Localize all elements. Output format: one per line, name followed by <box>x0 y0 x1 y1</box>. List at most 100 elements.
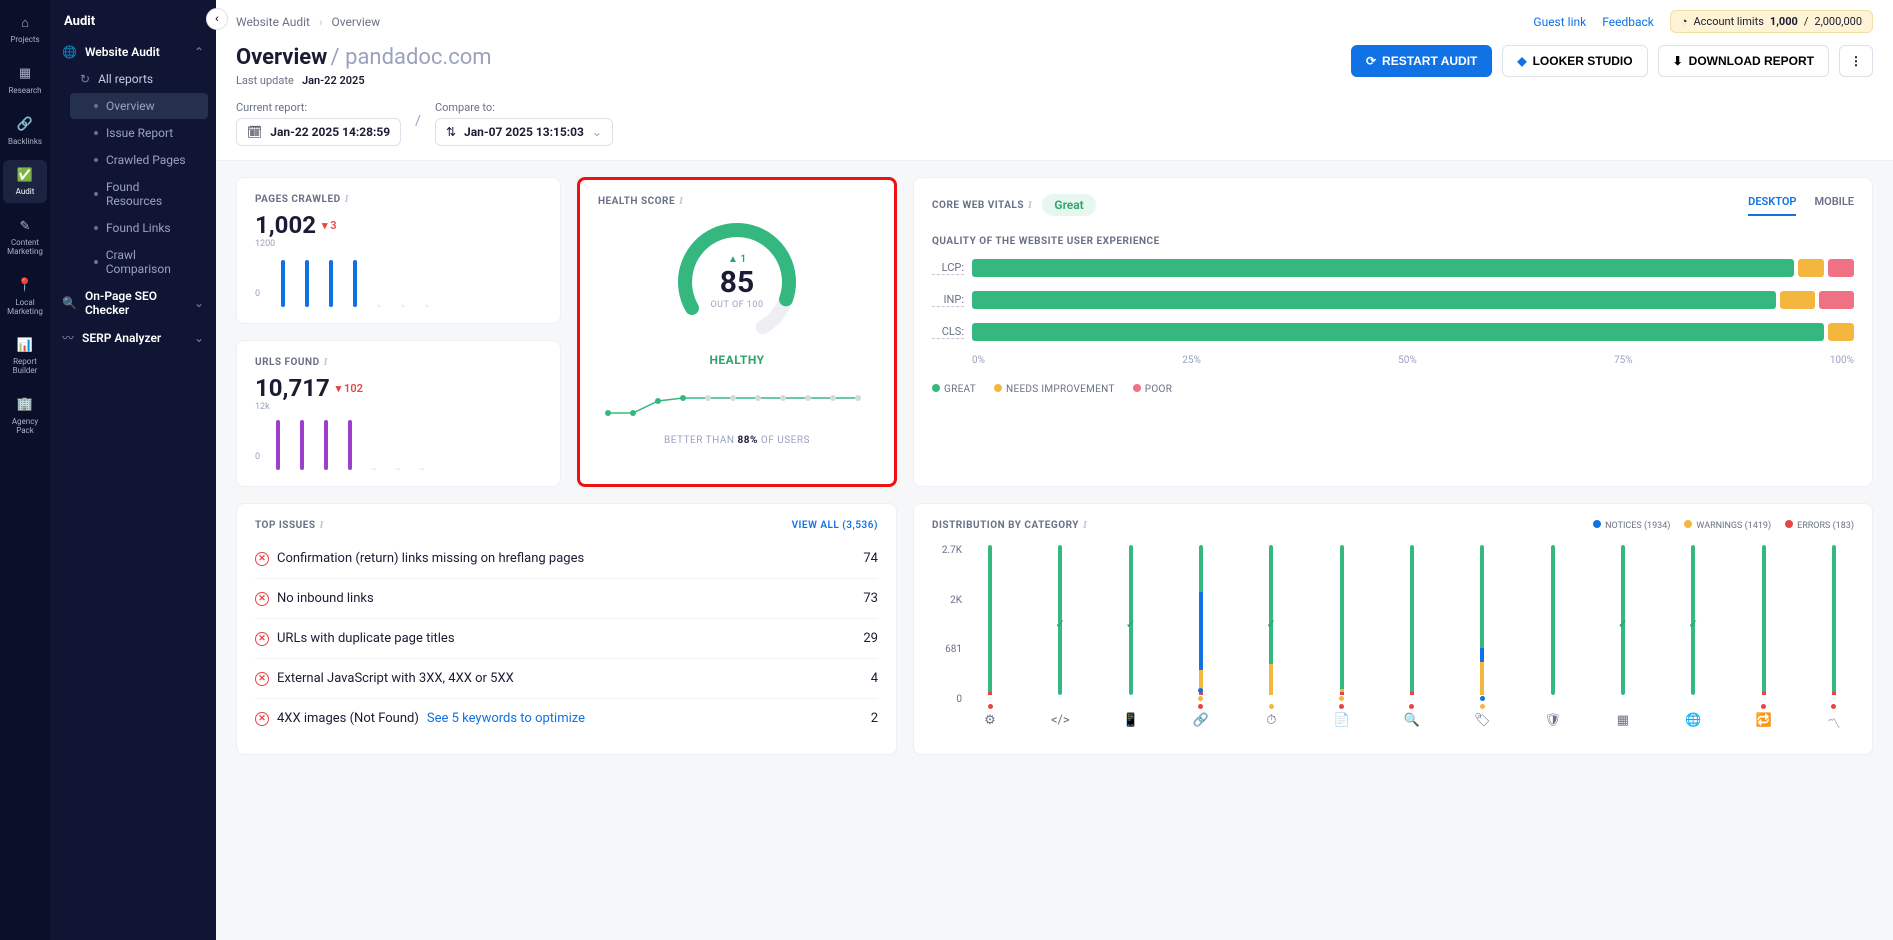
dist-col-cache[interactable]: 🔁 <box>1744 545 1784 705</box>
sidebar: ‹ Audit 🌐Website Audit⌃↻ All reports Ove… <box>50 0 216 940</box>
dist-col-international[interactable]: ✓🌐 <box>1673 545 1713 705</box>
bar <box>401 305 405 307</box>
sidebar-link-found-links[interactable]: Found Links <box>70 215 208 241</box>
main: Website Audit › Overview Guest link Feed… <box>216 0 1893 940</box>
pages-crawled-value: 1,002 <box>255 211 316 239</box>
download-report-button[interactable]: ⬇ DOWNLOAD REPORT <box>1658 45 1829 77</box>
urls-found-card: URLS FOUND i 10,717 ▾ 102 12k0 <box>236 340 561 487</box>
dist-col-security[interactable]: 🛡 <box>1533 545 1573 705</box>
issue-row[interactable]: ✕URLs with duplicate page titles29 <box>255 619 878 659</box>
category-icon: 🛡 <box>1542 713 1564 728</box>
bar <box>353 260 357 307</box>
bar <box>324 420 328 470</box>
calendar-icon: 🗓 <box>247 125 262 139</box>
error-icon: ✕ <box>255 712 269 726</box>
top-issues-card: TOP ISSUES i VIEW ALL (3,536) ✕Confirmat… <box>236 503 897 755</box>
info-icon[interactable]: i <box>324 357 328 368</box>
category-icon: 🔁 <box>1753 713 1775 728</box>
check-icon: ✓ <box>1688 617 1698 631</box>
check-icon: ✓ <box>1055 617 1065 631</box>
top-right-links: Guest link Feedback ◔ Account limits 1,0… <box>1533 10 1873 33</box>
breadcrumb-a[interactable]: Website Audit <box>236 15 310 29</box>
bar <box>305 260 309 307</box>
sidebar-link-issue-report[interactable]: Issue Report <box>70 120 208 146</box>
dist-col-code[interactable]: ✓</> <box>1040 545 1080 705</box>
rail-backlinks[interactable]: 🔗Backlinks <box>3 110 47 153</box>
rail-audit[interactable]: ✅Audit <box>3 160 47 203</box>
restart-audit-button[interactable]: ⟳ RESTART AUDIT <box>1351 45 1492 77</box>
core-web-vitals-card: CORE WEB VITALS i Great DESKTOP MOBILE Q… <box>913 177 1873 487</box>
issue-row[interactable]: ✕Confirmation (return) links missing on … <box>255 539 878 579</box>
issue-cta-link[interactable]: See 5 keywords to optimize <box>427 711 585 726</box>
bar <box>300 420 304 470</box>
view-all-issues-link[interactable]: VIEW ALL (3,536) <box>792 520 878 531</box>
rail-local-marketing[interactable]: 📍LocalMarketing <box>3 271 47 323</box>
info-icon[interactable]: i <box>345 194 349 205</box>
sidebar-section-0[interactable]: 🌐Website Audit⌃ <box>50 39 216 65</box>
content-area: PAGES CRAWLED i 1,002 ▾ 3 12000 URLS FOU… <box>216 161 1893 787</box>
download-icon: ⬇ <box>1673 54 1683 68</box>
sidebar-section-1[interactable]: 🔍On-Page SEO Checker⌄ <box>50 283 216 323</box>
dist-col-trend[interactable]: 〽 <box>1814 545 1854 705</box>
audit-icon: ✅ <box>16 166 34 184</box>
category-icon: 📄 <box>1331 713 1353 728</box>
issue-row[interactable]: ✕External JavaScript with 3XX, 4XX or 5X… <box>255 659 878 699</box>
topbar: Website Audit › Overview Guest link Feed… <box>216 0 1893 161</box>
compare-to-select[interactable]: ⇅ Jan-07 2025 13:15:03 ⌄ <box>435 118 613 146</box>
info-icon[interactable]: i <box>679 196 683 207</box>
dist-col-links[interactable]: 🔗 <box>1181 545 1221 705</box>
sidebar-link-overview[interactable]: Overview <box>70 93 208 119</box>
looker-studio-button[interactable]: ◆ LOOKER STUDIO <box>1502 45 1647 77</box>
dist-col-content[interactable]: 📄 <box>1322 545 1362 705</box>
chevron-up-icon: ⌃ <box>194 45 204 59</box>
sidebar-link-crawled-pages[interactable]: Crawled Pages <box>70 147 208 173</box>
sidebar-collapse-button[interactable]: ‹ <box>206 8 228 30</box>
sidebar-link-all-reports[interactable]: ↻ All reports <box>70 66 208 92</box>
audited-domain: pandadoc.com <box>345 45 491 70</box>
rail-report-builder[interactable]: 📊ReportBuilder <box>3 330 47 382</box>
health-score-value: 85 <box>720 265 754 300</box>
issue-row[interactable]: ✕4XX images (Not Found) See 5 keywords t… <box>255 699 878 738</box>
issue-count: 29 <box>863 631 878 646</box>
error-icon: ✕ <box>255 592 269 606</box>
guest-link[interactable]: Guest link <box>1533 15 1586 29</box>
tab-desktop[interactable]: DESKTOP <box>1748 195 1796 216</box>
sidebar-link-crawl-comparison[interactable]: Crawl Comparison <box>70 242 208 282</box>
dist-col-mobile[interactable]: ✓📱 <box>1111 545 1151 705</box>
dist-col-markup[interactable]: ✓▦ <box>1603 545 1643 705</box>
feedback-link[interactable]: Feedback <box>1602 15 1654 29</box>
bar <box>329 260 333 307</box>
issue-row[interactable]: ✕No inbound links73 <box>255 579 878 619</box>
bar <box>372 468 376 470</box>
category-icon: ⏱ <box>1260 713 1282 728</box>
info-icon[interactable]: i <box>320 520 324 531</box>
dist-col-tags[interactable]: 🏷 <box>1462 545 1502 705</box>
current-report-select[interactable]: 🗓 Jan-22 2025 14:28:59 <box>236 118 401 146</box>
sidebar-link-found-resources[interactable]: Found Resources <box>70 174 208 214</box>
dist-col-structure[interactable]: ⚙ <box>970 545 1010 705</box>
dist-col-search[interactable]: 🔍 <box>1392 545 1432 705</box>
bar <box>276 420 280 470</box>
dist-col-performance[interactable]: ✓⏱ <box>1251 545 1291 705</box>
overflow-menu-button[interactable]: ⋮ <box>1839 45 1873 77</box>
tab-mobile[interactable]: MOBILE <box>1814 195 1854 216</box>
left-rail: ⌂Projects ▦Research 🔗Backlinks ✅Audit ✎Conte… <box>0 0 50 940</box>
account-limits-badge[interactable]: ◔ Account limits 1,000 / 2,000,000 <box>1670 10 1873 33</box>
cwv-row: LCP: <box>932 259 1854 277</box>
local-marketing-icon: 📍 <box>16 277 34 295</box>
check-icon: ✓ <box>1266 617 1276 631</box>
category-icon: 🔍 <box>1401 713 1423 728</box>
category-icon: 📱 <box>1120 713 1142 728</box>
rail-research[interactable]: ▦Research <box>3 59 47 102</box>
health-gauge: ▲ 1 85 OUT OF 100 <box>672 217 802 347</box>
rail-agency-pack[interactable]: 🏢AgencyPack <box>3 390 47 442</box>
sidebar-section-2[interactable]: 〰SERP Analyzer⌄ <box>50 323 216 352</box>
distribution-card: DISTRIBUTION BY CATEGORY i NOTICES (1934… <box>913 503 1873 755</box>
bar <box>377 305 381 307</box>
rail-projects[interactable]: ⌂Projects <box>3 8 47 51</box>
dist-legend: NOTICES (1934) WARNINGS (1419) ERRORS (1… <box>1593 520 1854 531</box>
rail-content-marketing[interactable]: ✎ContentMarketing <box>3 211 47 263</box>
info-icon[interactable]: i <box>1083 520 1087 531</box>
report-builder-icon: 📊 <box>16 336 34 354</box>
info-icon[interactable]: i <box>1028 200 1032 211</box>
